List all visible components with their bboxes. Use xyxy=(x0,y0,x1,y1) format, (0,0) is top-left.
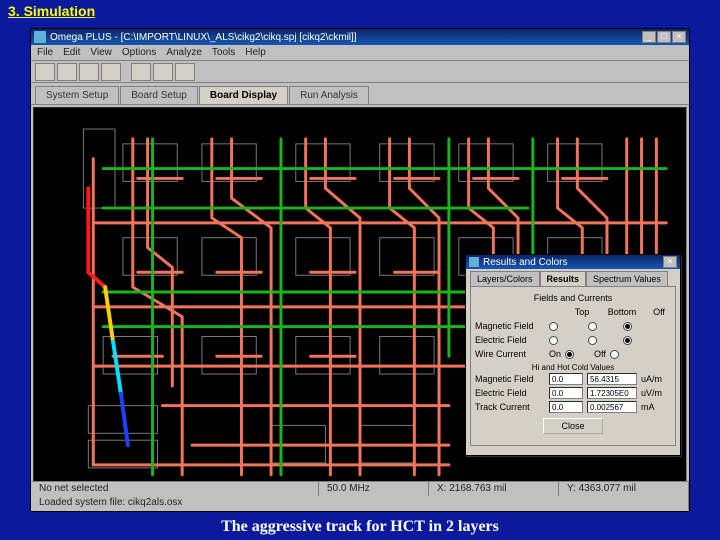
dialog-close-icon[interactable]: × xyxy=(663,256,677,268)
elec-lo[interactable]: 0.0 xyxy=(549,387,583,399)
tool-btn-5[interactable] xyxy=(131,63,151,81)
lbl2-track: Track Current xyxy=(475,402,545,412)
hdr-bottom: Bottom xyxy=(607,307,637,317)
tool-btn-4[interactable] xyxy=(101,63,121,81)
hdr-off: Off xyxy=(647,307,671,317)
toolbar xyxy=(31,61,689,83)
radio-mag-bot[interactable] xyxy=(588,322,597,331)
lbl-wirecurrent: Wire Current xyxy=(475,349,545,359)
tabbar: System Setup Board Setup Board Display R… xyxy=(31,83,689,105)
window-title: Omega PLUS - [C:\IMPORT\LINUX\_ALS\cikg2… xyxy=(50,32,642,43)
status-loaded: Loaded system file: cikq2als.osx xyxy=(31,496,689,510)
elec-unit: uV/m xyxy=(641,388,662,398)
results-dialog: Results and Colors × Layers/Colors Resul… xyxy=(465,254,681,456)
menu-file[interactable]: File xyxy=(37,47,53,58)
menu-analyze[interactable]: Analyze xyxy=(166,47,202,58)
minimize-button[interactable]: _ xyxy=(642,31,656,43)
track-unit: mA xyxy=(641,402,655,412)
mag-lo[interactable]: 0.0 xyxy=(549,373,583,385)
track-lo[interactable]: 0.0 xyxy=(549,401,583,413)
radio-elec-bot[interactable] xyxy=(588,336,597,345)
radio-mag-top[interactable] xyxy=(549,322,558,331)
app-icon xyxy=(34,31,46,43)
tool-btn-6[interactable] xyxy=(153,63,173,81)
tool-btn-3[interactable] xyxy=(79,63,99,81)
mag-unit: uA/m xyxy=(641,374,662,384)
lbl-elecfield: Electric Field xyxy=(475,335,545,345)
menu-edit[interactable]: Edit xyxy=(63,47,80,58)
lbl2-elec: Electric Field xyxy=(475,388,545,398)
tool-btn-1[interactable] xyxy=(35,63,55,81)
section-fields: Fields and Currents xyxy=(475,293,671,303)
radio-elec-top[interactable] xyxy=(549,336,558,345)
slide-title: 3. Simulation xyxy=(0,0,720,22)
titlebar: Omega PLUS - [C:\IMPORT\LINUX\_ALS\cikg2… xyxy=(31,29,689,45)
status-x: X: 2168.763 mil xyxy=(429,482,559,496)
menu-tools[interactable]: Tools xyxy=(212,47,235,58)
tab-board-setup[interactable]: Board Setup xyxy=(120,86,198,104)
close-button[interactable]: × xyxy=(672,31,686,43)
dialog-title: Results and Colors xyxy=(483,257,663,268)
dlg-tab-spectrum[interactable]: Spectrum Values xyxy=(586,271,668,286)
dialog-icon xyxy=(469,257,479,267)
dialog-close-button[interactable]: Close xyxy=(543,418,603,434)
status-selection: No net selected xyxy=(31,482,319,496)
radio-elec-off[interactable] xyxy=(623,336,632,345)
hdr-top: Top xyxy=(567,307,597,317)
section-hihot: Hi and Hot Cold Values xyxy=(475,363,671,372)
maximize-button[interactable]: □ xyxy=(657,31,671,43)
elec-hi[interactable]: 1.72305E0 xyxy=(587,387,637,399)
status-freq: 50.0 MHz xyxy=(319,482,429,496)
radio-wc-on[interactable] xyxy=(565,350,574,359)
menu-view[interactable]: View xyxy=(90,47,112,58)
lbl-magfield: Magnetic Field xyxy=(475,321,545,331)
wc-off: Off xyxy=(594,349,606,359)
slide-caption: The aggressive track for HCT in 2 layers xyxy=(0,518,720,536)
tab-system-setup[interactable]: System Setup xyxy=(35,86,119,104)
menu-help[interactable]: Help xyxy=(245,47,266,58)
status-y: Y: 4363.077 mil xyxy=(559,482,689,496)
tool-btn-7[interactable] xyxy=(175,63,195,81)
mag-hi[interactable]: 56.4315 xyxy=(587,373,637,385)
tab-run-analysis[interactable]: Run Analysis xyxy=(289,86,369,104)
dlg-tab-results[interactable]: Results xyxy=(540,271,587,286)
statusbar: No net selected 50.0 MHz X: 2168.763 mil… xyxy=(31,481,689,511)
menubar: File Edit View Options Analyze Tools Hel… xyxy=(31,45,689,61)
menu-options[interactable]: Options xyxy=(122,47,156,58)
tool-btn-2[interactable] xyxy=(57,63,77,81)
wc-on: On xyxy=(549,349,561,359)
lbl2-mag: Magnetic Field xyxy=(475,374,545,384)
track-hi[interactable]: 0.002567 xyxy=(587,401,637,413)
dlg-tab-layers[interactable]: Layers/Colors xyxy=(470,271,540,286)
radio-wc-off[interactable] xyxy=(610,350,619,359)
tab-board-display[interactable]: Board Display xyxy=(199,86,288,104)
radio-mag-off[interactable] xyxy=(623,322,632,331)
